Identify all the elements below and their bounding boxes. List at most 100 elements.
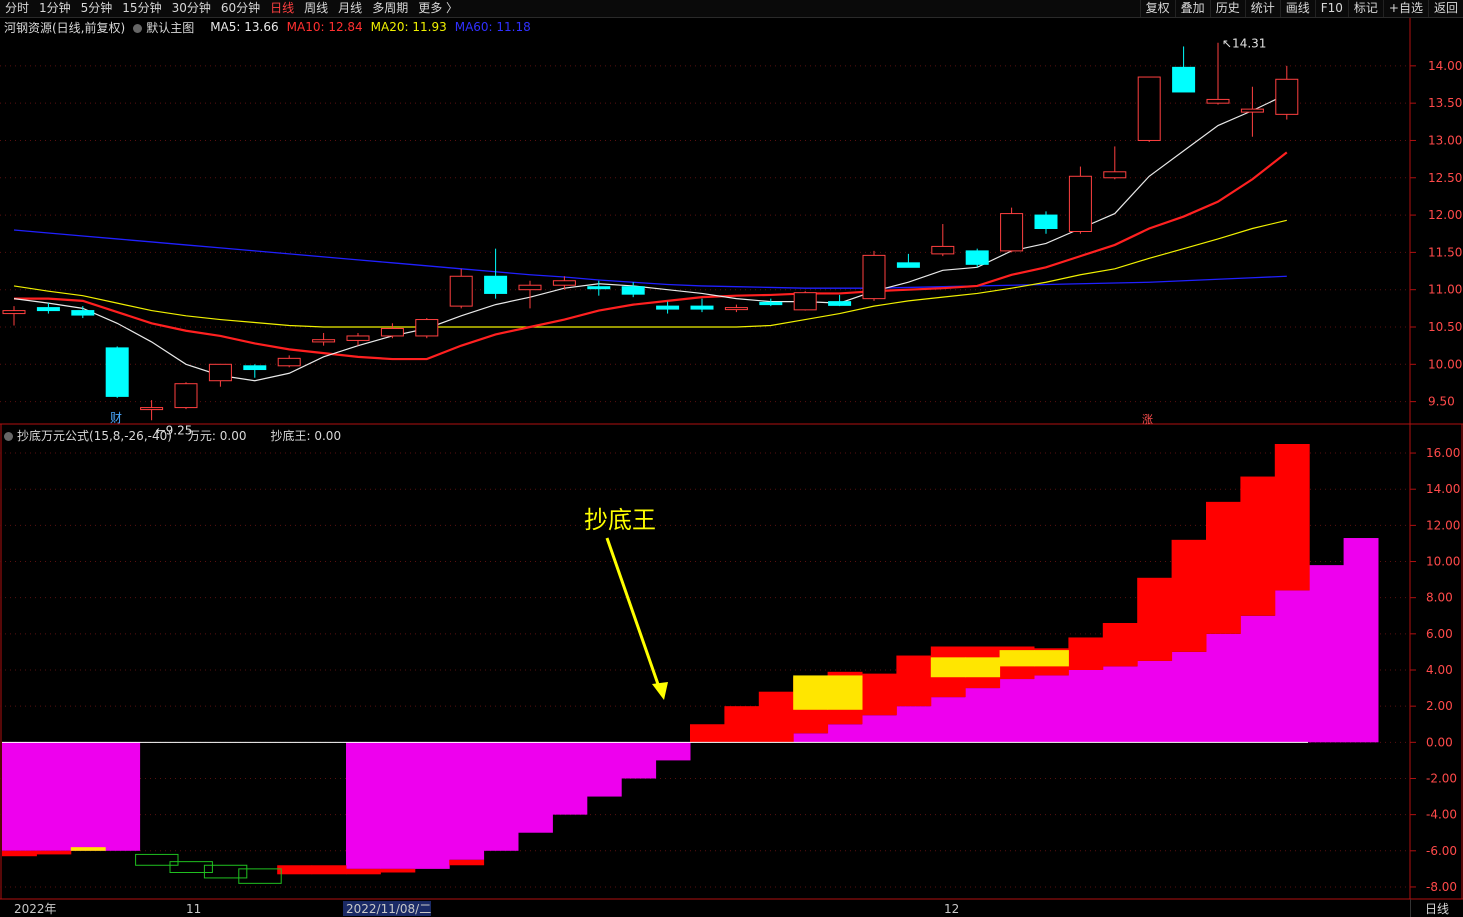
indicator-label-6: 4.00 [1426, 663, 1453, 677]
magenta-bar [793, 733, 829, 743]
top-toolbar: 分时 1分钟 5分钟 15分钟 30分钟 60分钟 日线 周线 月线 多周期 更多 〉 复权 叠加 历史… [0, 0, 1463, 18]
date-label-0: 2022年 [14, 902, 57, 916]
red-step-bar [346, 868, 381, 875]
yellow-bar [930, 657, 966, 678]
yellow-bar [827, 675, 863, 710]
ma10-value: MA10: 12.84 [286, 20, 363, 34]
yellow-bar [1034, 650, 1069, 667]
candle-body [380, 327, 404, 337]
magenta-bar [483, 742, 519, 851]
candle-body [105, 347, 129, 397]
yellow-bar [793, 675, 829, 710]
zhang-marker: 涨 [1142, 413, 1153, 426]
candle-body [793, 292, 817, 311]
magenta-bar [1274, 590, 1310, 743]
candle-body [621, 286, 645, 295]
magenta-bar [1206, 633, 1241, 743]
magenta-bar [346, 742, 381, 869]
annotation-label: 抄底王 [584, 506, 656, 534]
tab-timeframe-5[interactable]: 60分钟 [216, 0, 265, 17]
candle-body [2, 310, 26, 315]
yellow-bar [965, 657, 1001, 678]
price-label-1: 13.50 [1428, 96, 1462, 110]
tab-timeframe-7[interactable]: 周线 [299, 0, 333, 17]
candle-body [862, 254, 886, 300]
period-label[interactable]: 日线 [1410, 899, 1463, 917]
toolbar-button-6[interactable]: 标记 [1347, 0, 1383, 17]
price-label-3: 12.50 [1428, 171, 1462, 185]
magenta-bar [552, 742, 588, 815]
price-label-4: 12.00 [1428, 208, 1462, 222]
green-box [203, 864, 248, 879]
red-step-bar [311, 865, 347, 875]
yellow-bar [70, 847, 106, 851]
green-box [238, 868, 282, 884]
magenta-bar [1309, 565, 1345, 743]
red-step-bar [690, 724, 725, 743]
magenta-bar [1102, 666, 1138, 743]
red-step-bar [36, 850, 72, 855]
red-step-bar [1034, 648, 1069, 676]
red-step-bar [2, 850, 37, 857]
indicator-label-1: 14.00 [1426, 482, 1460, 496]
red-step-bar [827, 671, 863, 725]
wanyuan-value: 万元: 0.00 [187, 428, 247, 443]
candle-body [208, 363, 232, 382]
candle-body [690, 305, 714, 310]
candle-body [140, 407, 164, 411]
tab-timeframe-0[interactable]: 分时 [0, 0, 34, 17]
red-step-bar [1274, 444, 1310, 591]
ma20-value: MA20: 11.93 [370, 20, 447, 34]
main-chart-label: 默认主图 [146, 20, 195, 35]
red-step-bar [896, 655, 932, 707]
tab-timeframe-4[interactable]: 30分钟 [167, 0, 216, 17]
tab-timeframe-6[interactable]: 日线 [265, 0, 299, 17]
stock-title[interactable]: 河钢资源(日线,前复权) [4, 19, 125, 36]
magenta-bar [414, 742, 450, 869]
indicator-label-0: 16.00 [1426, 446, 1460, 460]
tab-timeframe-8[interactable]: 月线 [333, 0, 367, 17]
high-marker: ↖14.31 [1222, 37, 1266, 51]
green-box [135, 853, 179, 866]
toolbar-button-3[interactable]: 统计 [1244, 0, 1280, 17]
date-highlight [343, 901, 431, 916]
indicator-frame [0, 423, 1463, 900]
price-label-7: 10.50 [1428, 320, 1462, 334]
toolbar-button-8[interactable]: 返回 [1427, 0, 1463, 17]
tab-timeframe-1[interactable]: 1分钟 [34, 0, 76, 17]
price-label-8: 10.00 [1428, 357, 1462, 371]
indicator-label-5: 6.00 [1426, 627, 1453, 641]
settings-icon [4, 431, 13, 441]
toolbar-button-0[interactable]: 复权 [1139, 0, 1175, 17]
tab-timeframe-3[interactable]: 15分钟 [117, 0, 166, 17]
candle-body [312, 339, 336, 343]
candle-body [346, 335, 370, 341]
red-step-bar [793, 677, 829, 734]
magenta-bar [518, 742, 553, 833]
magenta-bar [621, 742, 657, 779]
candle-body [518, 284, 542, 291]
tab-timeframe-2[interactable]: 5分钟 [76, 0, 118, 17]
date-label-3: 12 [944, 902, 959, 916]
candle-body [71, 310, 95, 316]
candle-body [896, 262, 920, 268]
main-chart-info: 河钢资源(日线,前复权) 默认主图 MA5: 13.66 MA10: 12.84… [0, 18, 539, 36]
candle-body [1275, 78, 1299, 115]
red-step-bar [758, 691, 794, 743]
candle-body [724, 307, 748, 311]
red-step-bar [999, 646, 1035, 680]
toolbar-button-7[interactable]: +自选 [1382, 0, 1428, 17]
green-box [169, 861, 213, 873]
tab-timeframe-9[interactable]: 多周期 [367, 0, 413, 17]
tab-timeframe-10[interactable]: 更多 〉 [413, 0, 463, 17]
candle-body [449, 275, 473, 307]
chart-canvas[interactable]: 14.00 13.50 13.00 12.50 12.00 11.50 11.00 10.50… [0, 0, 1463, 917]
toolbar-button-4[interactable]: 画线 [1279, 0, 1315, 17]
indicator-label-7: 2.00 [1426, 699, 1453, 713]
indicator-name[interactable]: 抄底万元公式(15,8,-26,-40) [4, 427, 180, 444]
candle-body [484, 275, 508, 294]
main-chart-selector[interactable]: 默认主图 [133, 19, 202, 36]
toolbar-button-1[interactable]: 叠加 [1174, 0, 1210, 17]
toolbar-button-5[interactable]: F10 [1314, 0, 1348, 17]
toolbar-button-2[interactable]: 历史 [1209, 0, 1245, 17]
